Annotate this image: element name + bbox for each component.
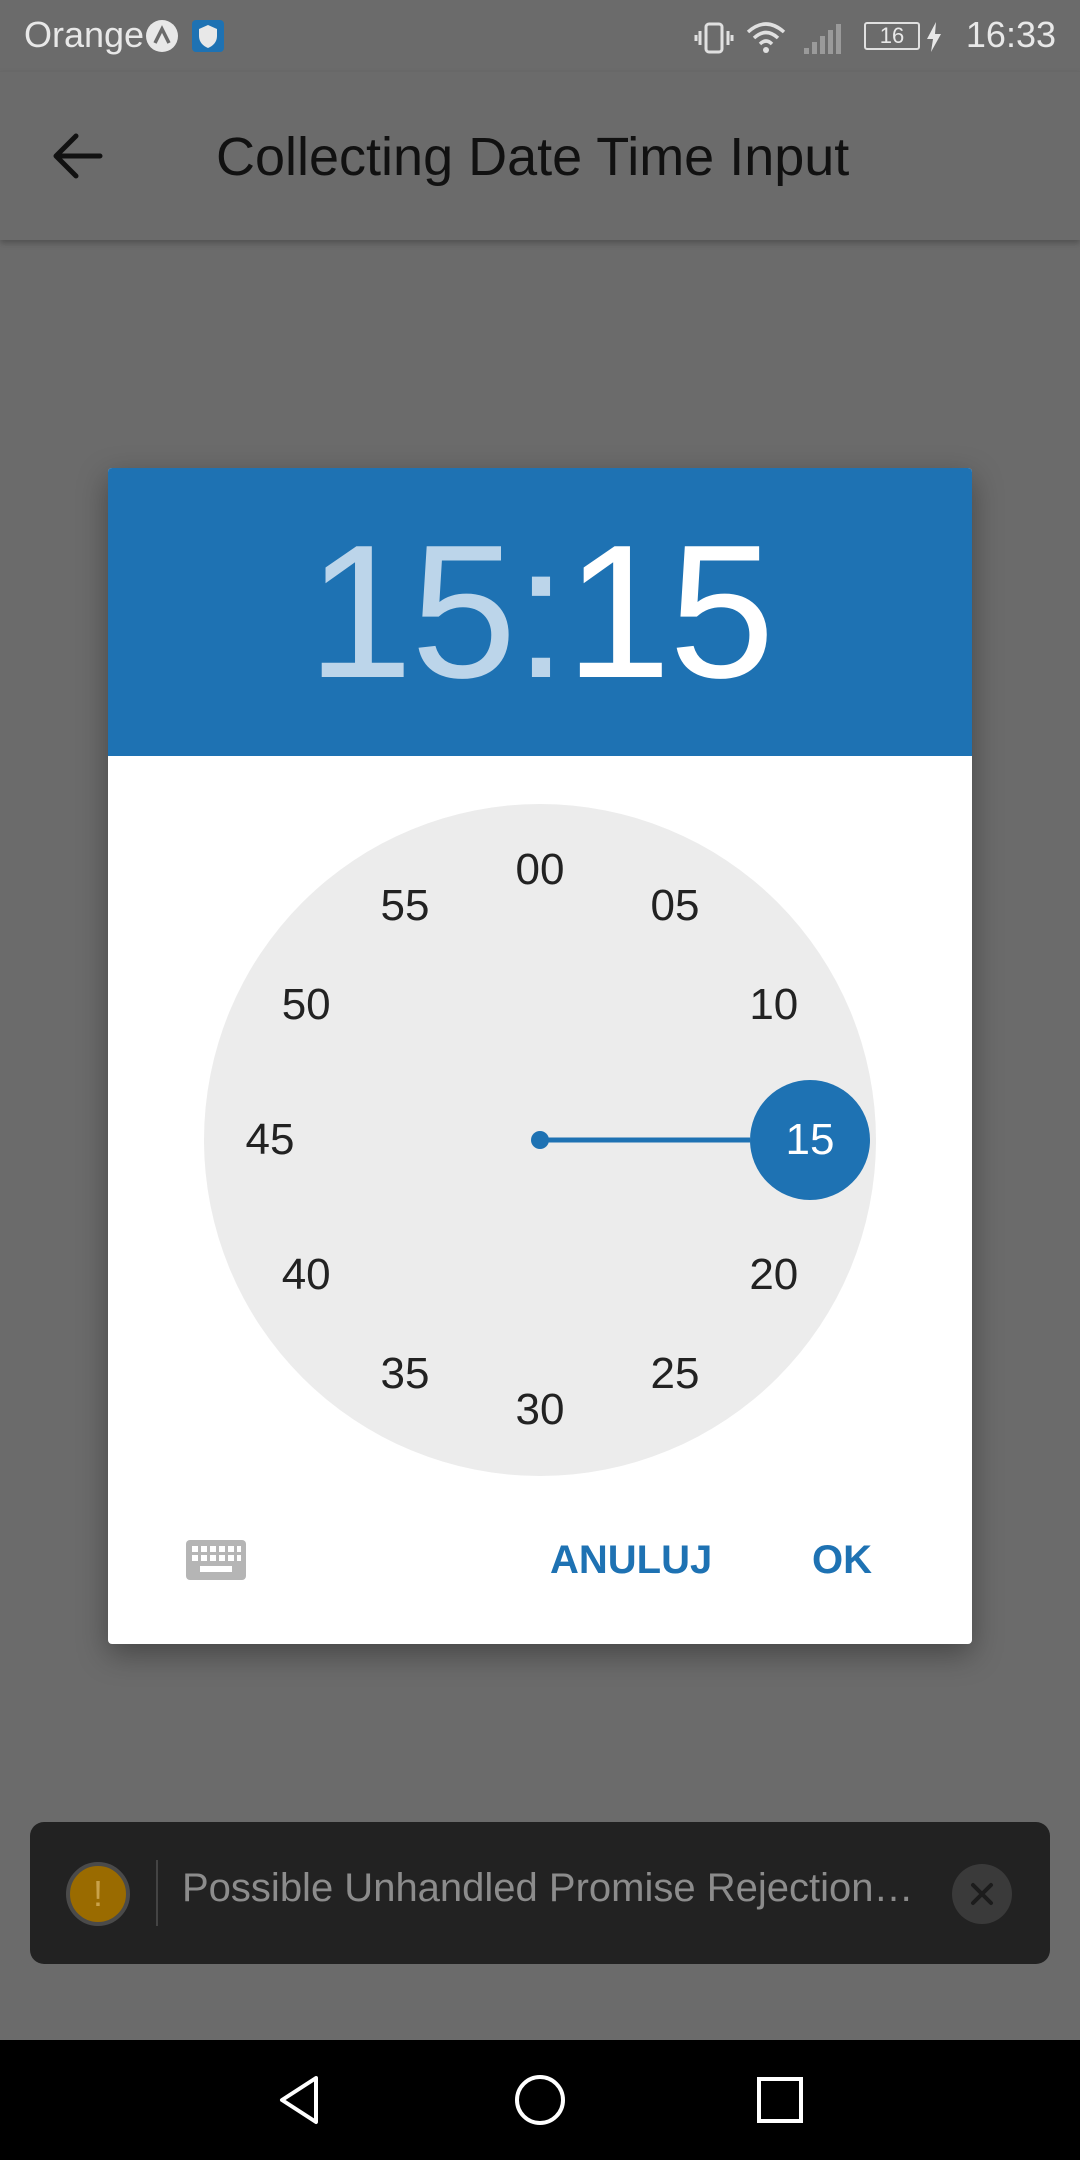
clock-number-20[interactable]: 20	[734, 1245, 814, 1305]
time-separator: :	[514, 506, 568, 718]
close-glyph	[971, 1883, 993, 1905]
nav-recent-icon[interactable]	[750, 2070, 810, 2130]
dialog-header: 15 : 15	[108, 468, 972, 756]
clock-number-35[interactable]: 35	[365, 1344, 445, 1404]
clock-number-55[interactable]: 55	[365, 876, 445, 936]
toast-divider	[156, 1860, 158, 1926]
clock-number-50[interactable]: 50	[266, 975, 346, 1035]
battery-icon: 16	[864, 22, 920, 50]
clock-face[interactable]: 00 05 10 15 20 25 30 35 40 45 50 55	[204, 804, 876, 1476]
clock-number-45[interactable]: 45	[230, 1110, 310, 1170]
carrier-name: Orange	[24, 14, 145, 55]
status-time: 16:33	[965, 14, 1056, 55]
time-picker-dialog: 15 : 15 00 05 10 15 20 25 30 35 40 45 50 55 ANULUJ …	[108, 468, 972, 1644]
clock-number-25[interactable]: 25	[635, 1344, 715, 1404]
status-right: 16 16:33	[656, 14, 1056, 58]
clock-number-15[interactable]: 15	[770, 1110, 850, 1170]
keyboard-icon[interactable]	[184, 1536, 248, 1584]
shield-icon	[192, 20, 224, 52]
system-nav-bar	[0, 2040, 1080, 2160]
time-display: 15 : 15	[108, 468, 972, 756]
wifi-icon	[746, 22, 786, 53]
vibrate-icon	[694, 22, 734, 54]
warning-icon: !	[66, 1862, 130, 1926]
hours-display[interactable]: 15	[307, 503, 516, 721]
status-bar: Orange 16 16:33	[0, 0, 1080, 72]
signal-icon	[804, 24, 841, 54]
clock-number-30[interactable]: 30	[500, 1380, 580, 1440]
a-icon	[146, 20, 178, 52]
ok-button[interactable]: OK	[812, 1528, 872, 1592]
arrow-left-icon[interactable]	[40, 118, 116, 194]
clock-center-dot	[531, 1131, 549, 1149]
warning-toast[interactable]: ! Possible Unhandled Promise Rejection…	[30, 1822, 1050, 1964]
nav-back-icon[interactable]	[270, 2070, 330, 2130]
clock-number-05[interactable]: 05	[635, 876, 715, 936]
toast-message: Possible Unhandled Promise Rejection…	[182, 1866, 914, 1910]
cancel-button[interactable]: ANULUJ	[550, 1528, 712, 1592]
clock-number-40[interactable]: 40	[266, 1245, 346, 1305]
app-bar: Collecting Date Time Input	[0, 72, 1080, 240]
clock-number-10[interactable]: 10	[734, 975, 814, 1035]
close-icon[interactable]	[952, 1864, 1012, 1924]
minutes-display[interactable]: 15	[565, 503, 774, 721]
clock-number-00[interactable]: 00	[500, 840, 580, 900]
charging-icon	[927, 22, 941, 52]
page-title: Collecting Date Time Input	[216, 127, 850, 187]
nav-home-icon[interactable]	[510, 2070, 570, 2130]
